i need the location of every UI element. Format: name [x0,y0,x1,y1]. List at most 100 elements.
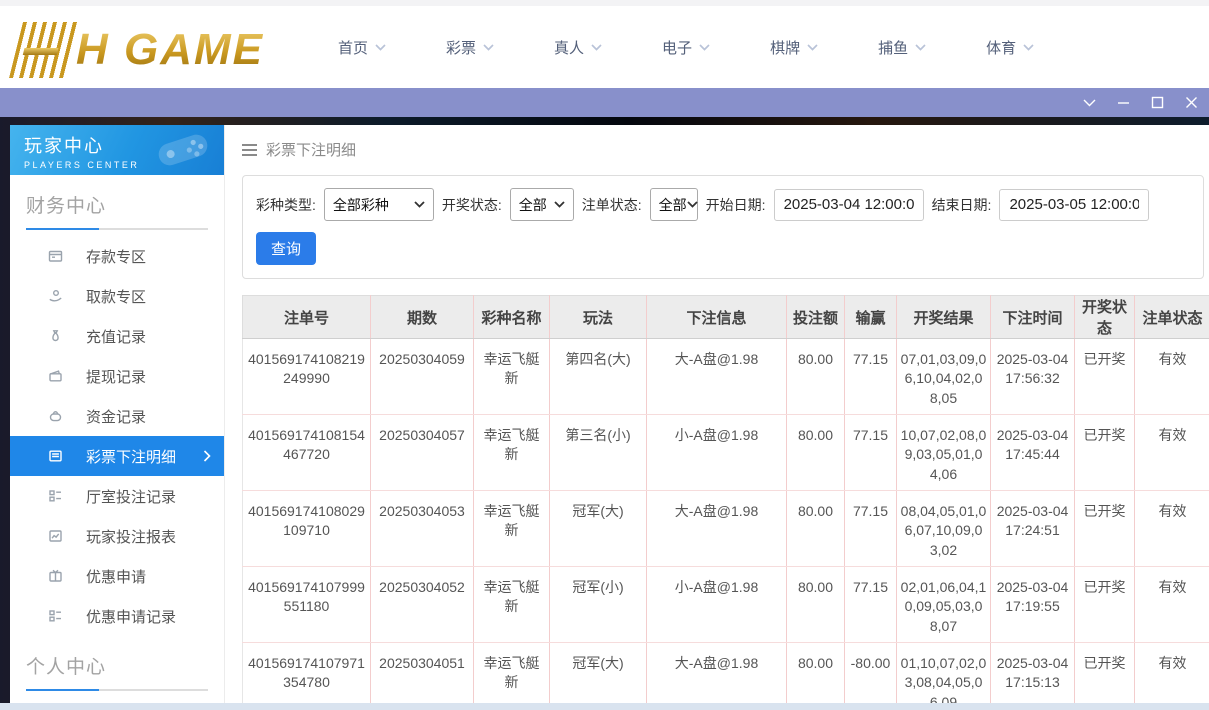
table-cell: 2025-03-04 17:19:55 [991,567,1075,643]
site-header: H GAME 首页 彩票 真人 电子 棋牌 捕鱼 体育 [0,0,1209,88]
table-cell: 冠军(大) [550,491,647,567]
sidebar-item-label: 提现记录 [86,366,146,387]
logo[interactable]: H GAME [16,16,284,78]
table-cell: 有效 [1135,339,1209,415]
select-value: 全部 [659,195,687,215]
table-cell: 小-A盘@1.98 [647,567,787,643]
column-header: 投注额 [787,296,845,339]
select-value: 全部彩种 [333,195,389,215]
table-body: 40156917410821924999020250304059幸运飞艇新第四名… [243,339,1209,704]
nav-item-label: 电子 [662,37,692,58]
table-cell: 08,04,05,01,06,07,10,09,03,02 [897,491,991,567]
nav-item-cards[interactable]: 棋牌 [770,37,818,58]
sidebar-item-hall-bet-record[interactable]: 厅室投注记录 [10,476,224,516]
sidebar-item-withdraw-record[interactable]: 提现记录 [10,356,224,396]
main-content: 彩票下注明细 彩种类型: 全部彩种 开奖状态: 全部 注单状态: 全部 [226,125,1209,703]
sidebar-item-promo-apply-record[interactable]: 优惠申请记录 [10,596,224,636]
nav-item-fishing[interactable]: 捕鱼 [878,37,926,58]
sidebar-item-recharge-record[interactable]: 充值记录 [10,316,224,356]
clipboard-list-icon [47,488,64,504]
window-collapse-icon[interactable] [1082,95,1097,110]
main-nav: 首页 彩票 真人 电子 棋牌 捕鱼 体育 [338,37,1034,58]
chevron-down-icon [699,44,710,51]
sidebar-item-player-bet-report[interactable]: 玩家投注报表 [10,516,224,556]
sidebar-item-deposit[interactable]: 存款专区 [10,236,224,276]
nav-item-sports[interactable]: 体育 [986,37,1034,58]
nav-item-label: 首页 [338,37,368,58]
window-close-icon[interactable] [1184,95,1199,110]
column-header: 彩种名称 [474,296,550,339]
lottery-type-select[interactable]: 全部彩种 [324,188,434,221]
select-chevron-icon [687,201,698,208]
hamburger-icon[interactable] [242,141,257,159]
select-chevron-icon [554,201,565,208]
table-cell: 01,10,07,02,03,08,04,05,06,09 [897,643,991,704]
deposit-card-icon [47,248,64,264]
coupon-icon [47,568,64,584]
page-title: 彩票下注明细 [266,139,356,160]
table-cell: 77.15 [845,339,897,415]
column-header: 开奖结果 [897,296,991,339]
table-cell: 80.00 [787,339,845,415]
select-value: 全部 [519,195,547,215]
select-chevron-icon [414,201,425,208]
column-header: 下注信息 [647,296,787,339]
draw-status-select[interactable]: 全部 [510,188,574,221]
table-cell: 77.15 [845,491,897,567]
query-button[interactable]: 查询 [256,232,316,265]
start-date-input[interactable] [774,189,924,221]
end-date-input[interactable] [999,189,1149,221]
table-cell: 幸运飞艇新 [474,567,550,643]
start-date-label: 开始日期: [706,195,766,215]
clipboard-list-icon [47,608,64,624]
table-cell: 401569174107999551180 [243,567,371,643]
table-cell: 77.15 [845,567,897,643]
chevron-down-icon [375,44,386,51]
table-cell: 2025-03-04 17:15:13 [991,643,1075,704]
sidebar-item-lottery-bet-detail[interactable]: 彩票下注明细 [10,436,224,476]
logo-text: H GAME [76,22,264,78]
sidebar-section-finance: 财务中心 [10,175,224,224]
sidebar-item-label: 彩票下注明细 [86,446,176,467]
window-minimize-icon[interactable] [1116,95,1131,110]
document-list-icon [47,448,64,464]
order-status-select[interactable]: 全部 [650,188,698,221]
bet-detail-table: 注单号期数彩种名称玩法下注信息投注额输赢开奖结果下注时间开奖状态注单状态 401… [242,295,1209,703]
table-cell: -80.00 [845,643,897,704]
bottom-strip [0,703,1209,710]
nav-item-lottery[interactable]: 彩票 [446,37,494,58]
table-cell: 2025-03-04 17:24:51 [991,491,1075,567]
table-cell: 小-A盘@1.98 [647,415,787,491]
nav-item-slots[interactable]: 电子 [662,37,710,58]
table-row: 40156917410802910971020250304053幸运飞艇新冠军(… [243,491,1209,567]
table-cell: 80.00 [787,415,845,491]
table-row: 40156917410799955118020250304052幸运飞艇新冠军(… [243,567,1209,643]
column-header: 期数 [371,296,474,339]
table-cell: 80.00 [787,567,845,643]
sidebar-item-funds-record[interactable]: 资金记录 [10,396,224,436]
table-cell: 已开奖 [1075,415,1135,491]
table-cell: 已开奖 [1075,491,1135,567]
sidebar-item-announcements[interactable]: 消息公告 [10,697,224,703]
table-cell: 幸运飞艇新 [474,643,550,704]
nav-item-home[interactable]: 首页 [338,37,386,58]
sidebar-item-label: 充值记录 [86,326,146,347]
sidebar-section-personal: 个人中心 [10,636,224,685]
table-cell: 20250304052 [371,567,474,643]
sidebar-item-label: 资金记录 [86,406,146,427]
window-maximize-icon[interactable] [1150,95,1165,110]
sidebar-item-promo-apply[interactable]: 优惠申请 [10,556,224,596]
sidebar-item-withdraw[interactable]: 取款专区 [10,276,224,316]
nav-item-live[interactable]: 真人 [554,37,602,58]
draw-status-label: 开奖状态: [442,195,502,215]
column-header: 注单状态 [1135,296,1209,339]
sidebar-item-label: 存款专区 [86,246,146,267]
withdraw-hand-icon [47,288,64,304]
table-cell: 第三名(小) [550,415,647,491]
sidebar-item-label: 取款专区 [86,286,146,307]
table-cell: 02,01,06,04,10,09,05,03,08,07 [897,567,991,643]
table-cell: 大-A盘@1.98 [647,491,787,567]
table-cell: 冠军(小) [550,567,647,643]
table-cell: 20250304053 [371,491,474,567]
sidebar-item-label: 厅室投注记录 [86,486,176,507]
